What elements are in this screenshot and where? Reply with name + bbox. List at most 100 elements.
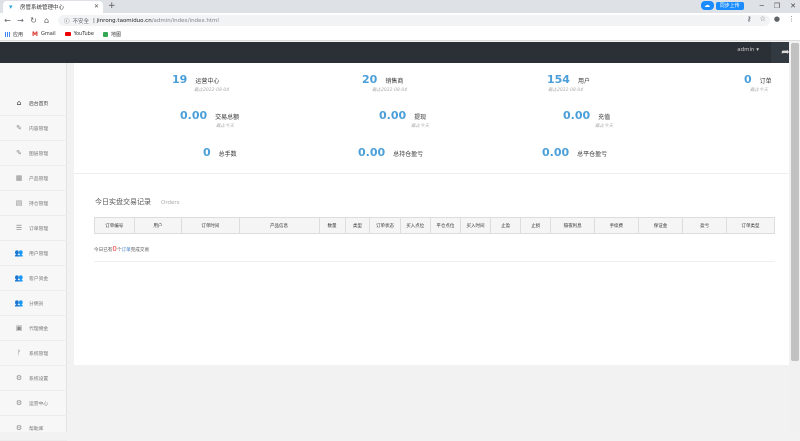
maps-icon [102,31,108,37]
calendar-icon: ▦ [15,174,23,182]
table-header[interactable]: 产品信息 [238,217,320,234]
table-header[interactable]: 隔夜利息 [550,217,595,234]
table-header[interactable]: 买入时间 [459,217,492,234]
table-header[interactable]: 类型 [344,217,371,234]
bookmark-apps[interactable]: 应用 [5,31,23,38]
sidebar-item-settings[interactable]: ⚙ 系统设置 [0,366,67,391]
stat-date: 截止2022-08-04 [372,88,408,93]
stat-label: 运营中心 [195,78,220,85]
minimize-icon[interactable]: ─ [760,2,764,10]
sidebar-item-commission[interactable]: 👥 分佣员 [0,291,67,316]
stat-closed-pnl: 0.00 总平仓盈亏 [542,146,607,159]
stat-value: 0.00 [542,146,570,159]
info-icon[interactable]: ⓘ [64,17,70,25]
stat-value: 0.00 [180,109,208,122]
youtube-icon [64,32,71,36]
forward-icon[interactable]: → [15,16,26,25]
stat-date: 截止今天 [411,124,429,129]
stat-date: 截止今天 [216,124,234,129]
sidebar-item-content[interactable]: ✎ 内容管理 [0,116,67,141]
sidebar-item-funds[interactable]: 👥 客户资金 [0,266,67,291]
stat-date: 截止今天 [750,88,768,93]
menu-icon[interactable]: ⋮ [788,15,795,23]
sidebar-item-label: 后台首页 [29,101,49,107]
stat-orders: 0 订单 [744,73,772,86]
table-header[interactable]: 平仓点位 [429,217,461,234]
section-divider [74,173,789,174]
count-prefix: 今日已有 [94,248,113,253]
table-header[interactable]: 数量 [318,217,346,234]
table-header[interactable]: 订单类型 [726,217,775,234]
sidebar-item-users[interactable]: 👥 用户管理 [0,241,67,266]
table-header[interactable]: 盈亏 [682,217,727,234]
bookmark-maps[interactable]: 地图 [102,31,121,38]
star-icon[interactable]: ☆ [760,15,766,23]
sidebar-item-label: 运营中心 [29,401,49,407]
scrollbar-thumb[interactable] [791,43,799,361]
sidebar-item-home[interactable]: ⌂ 后台首页 [0,91,67,116]
sidebar-item-label: 系统管理 [29,351,49,357]
user-menu[interactable]: admin ▾ [737,47,759,53]
back-icon[interactable]: ← [2,16,13,25]
stat-label: 订单 [759,78,772,85]
table-header[interactable]: 买入点位 [399,217,431,234]
sidebar-item-layers[interactable]: ✎ 图层管理 [0,141,67,166]
sidebar-item-help[interactable]: ⚙ 帮助库 [0,416,67,441]
stat-value: 19 [172,73,188,86]
extension-upload-button[interactable]: ☁ 同步上传 [700,1,750,10]
table-header[interactable]: 保证金 [637,217,684,234]
bookmark-youtube[interactable]: YouTube [64,31,94,37]
url-host: jinrong.taomiduo.cn [96,17,152,24]
home-nav-icon[interactable]: ⌂ [41,16,52,25]
stat-value: 0 [203,146,211,159]
key-icon[interactable]: ⚷ [746,15,751,23]
gear-icon: ⚙ [15,424,23,432]
stat-deposit: 0.00 充值 [563,109,610,122]
stat-users: 154 用户 [547,73,590,86]
stat-value: 0.00 [379,109,407,122]
table-header[interactable]: 止损 [520,217,552,234]
stat-value: 0.00 [563,109,591,122]
summary-divider [94,261,775,262]
toolbar-icons: ⚷ ☆ ● ⋮ [746,15,795,23]
sidebar-item-products[interactable]: ▦ 产品管理 [0,166,67,191]
orders-link[interactable]: 订单 [121,248,130,253]
stat-label: 提现 [414,114,427,121]
profile-icon[interactable]: ● [774,15,780,23]
sidebar-item-label: 代理佣金 [29,326,49,332]
browser-tab-strip: ▾ 房管系统管理中心 ✕ + ☁ 同步上传 ─ ❐ ✕ [0,0,800,13]
url-input[interactable]: ⓘ 不安全 | jinrong.taomiduo.cn/admin/index/… [58,15,770,26]
branch-icon: ᚠ [16,349,22,357]
stat-date: 截止2022-08-04 [194,88,230,93]
restore-icon[interactable]: ❐ [774,2,780,10]
tab-close-icon[interactable]: ✕ [94,3,99,10]
users-icon: 👥 [14,249,24,257]
sidebar-item-agent[interactable]: ▣ 代理佣金 [0,316,67,341]
edit-icon: ✎ [16,124,22,132]
reload-icon[interactable]: ↻ [28,16,39,25]
users-icon: 👥 [14,299,24,307]
stat-value: 20 [362,73,378,86]
tab-title: 房管系统管理中心 [20,5,65,11]
stat-label: 交易总额 [215,114,240,121]
table-header-row: 订单编号 用户 订单时间 产品信息 数量 类型 订单状态 买入点位 平仓点位 买… [94,217,775,234]
close-window-icon[interactable]: ✕ [790,2,796,10]
table-header[interactable]: 用户 [133,217,183,234]
list-icon: ☰ [15,224,23,232]
bookmark-gmail[interactable]: M Gmail [32,31,56,38]
sidebar-item-system[interactable]: ᚠ 系统管理 [0,341,67,366]
table-header[interactable]: 止盈 [490,217,522,234]
table-header[interactable]: 手续费 [593,217,639,234]
orders-title: 今日实盘交易记录 [95,198,151,206]
edit-icon: ✎ [16,149,22,157]
table-header[interactable]: 订单编号 [94,217,135,234]
stat-value: 0 [744,73,752,86]
browser-tab[interactable]: ▾ 房管系统管理中心 ✕ [3,1,103,13]
table-header[interactable]: 订单时间 [181,217,240,234]
table-header[interactable]: 订单状态 [369,217,401,234]
sidebar-item-positions[interactable]: ▤ 持仓管理 [0,191,67,216]
new-tab-button[interactable]: + [108,1,116,11]
sidebar-item-orders[interactable]: ☰ 订单管理 [0,216,67,241]
stat-label: 充值 [598,114,611,121]
sidebar-item-ops[interactable]: ⚙ 运营中心 [0,391,67,416]
